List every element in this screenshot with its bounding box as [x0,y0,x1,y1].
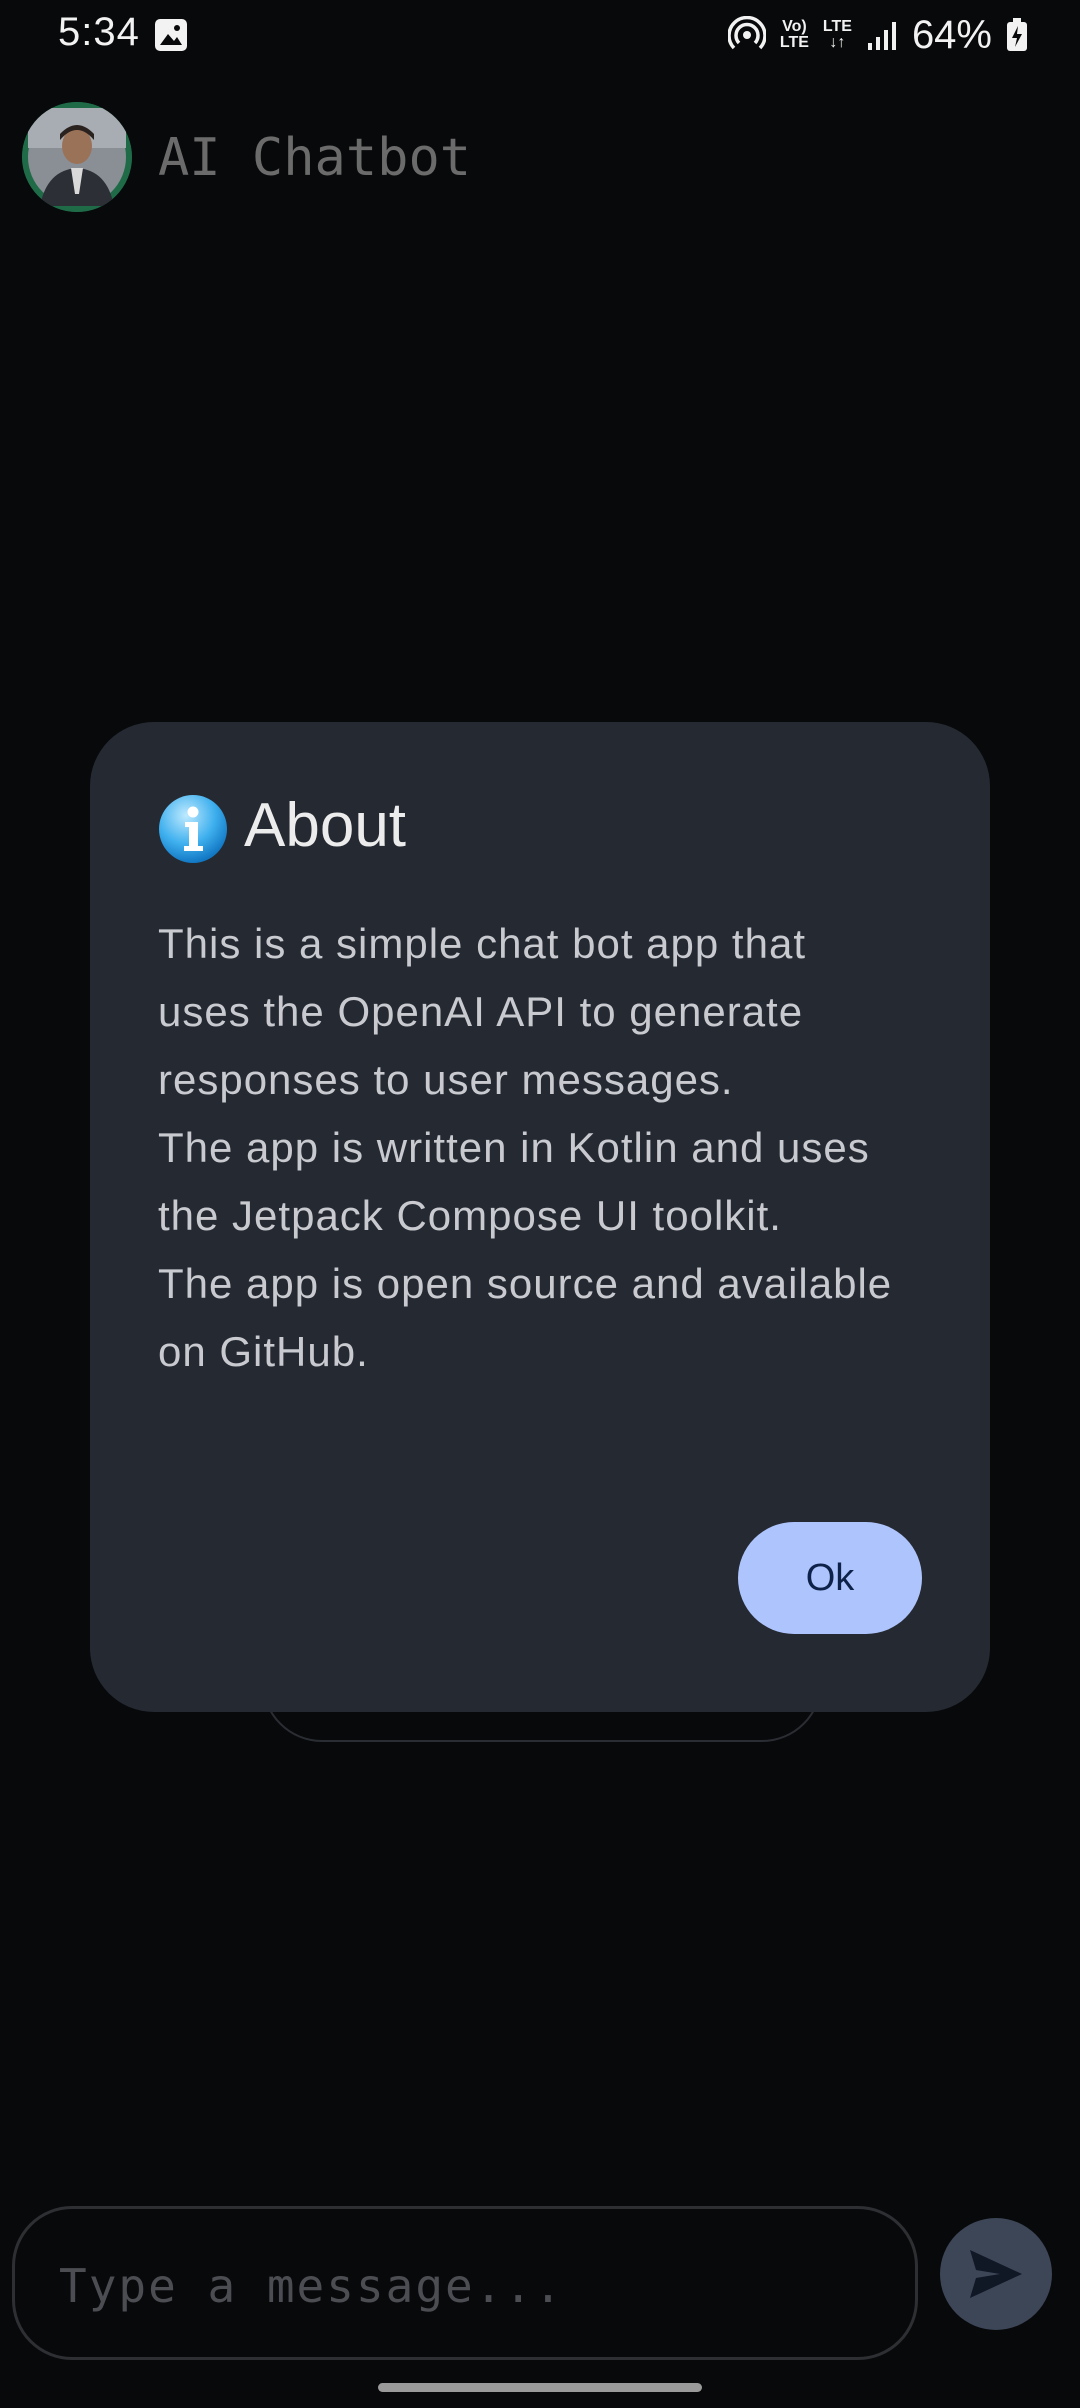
image-icon [155,19,187,51]
battery-charging-icon [1007,18,1027,51]
message-input[interactable]: Type a message... [12,2206,918,2360]
status-bar: 5:34 Vo) LTE LTE ↓↑ 64% [0,0,1080,70]
send-button[interactable] [940,2218,1052,2330]
signal-icon [867,22,896,50]
profile-photo [22,102,132,212]
info-icon [159,795,227,863]
status-icons: Vo) LTE LTE ↓↑ 64% [727,10,1028,60]
avatar[interactable] [22,102,132,212]
dialog-paragraph: The app is open source and available on … [158,1260,893,1375]
lte-indicator: LTE ↓↑ [822,18,852,51]
send-icon [970,2250,1022,2298]
about-dialog: About This is a simple chat bot app that… [90,722,990,1712]
status-time: 5:34 [58,10,140,54]
dialog-paragraph: The app is written in Kotlin and uses th… [158,1124,870,1239]
hotspot-icon [727,16,766,50]
dialog-paragraph: This is a simple chat bot app that uses … [158,920,806,1103]
home-indicator[interactable] [378,2383,702,2392]
ok-button[interactable]: Ok [738,1522,922,1634]
message-placeholder: Type a message... [59,2259,564,2313]
volte-indicator: Vo) LTE [779,18,809,51]
battery-percent: 64% [911,12,992,57]
dialog-title: About [244,791,407,860]
app-title: AI Chatbot [158,128,472,188]
dialog-body: This is a simple chat bot app that uses … [158,910,898,1386]
